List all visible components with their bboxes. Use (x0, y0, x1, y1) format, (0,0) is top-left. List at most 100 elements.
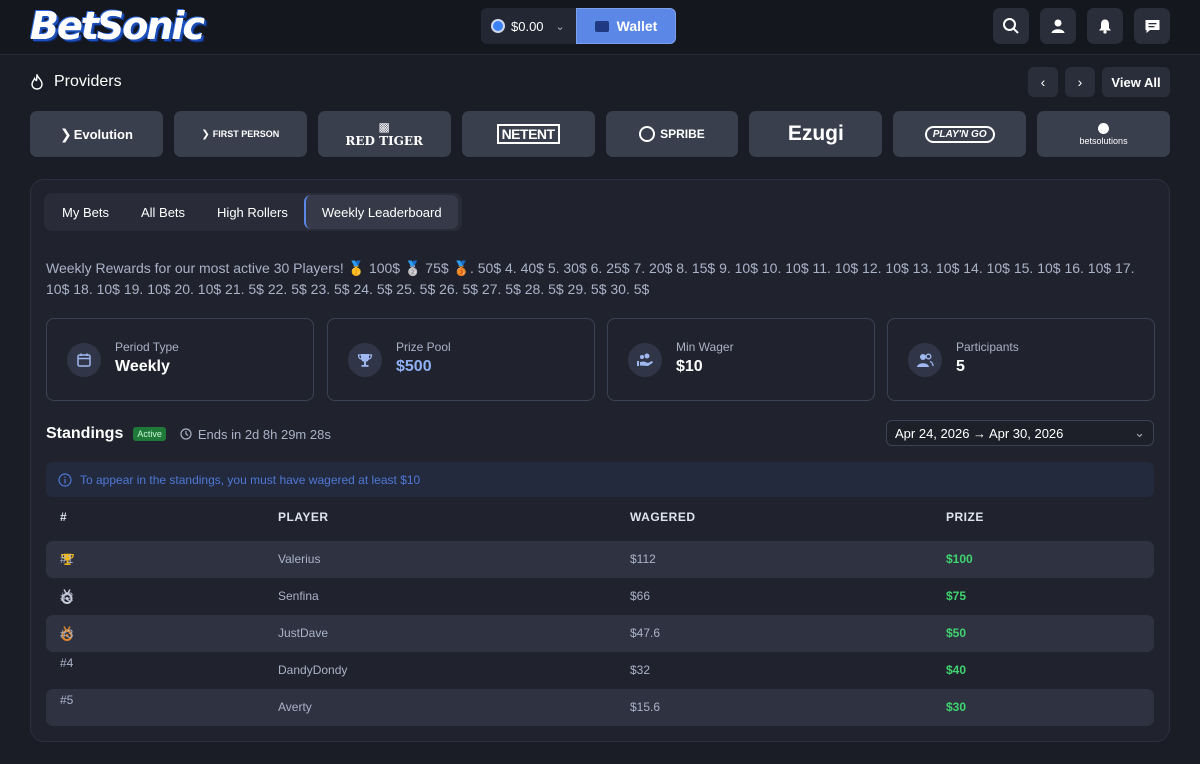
player-name[interactable]: JustDave (278, 626, 328, 640)
ezugi-logo: Ezugi (787, 122, 844, 145)
status-badge: Active (133, 427, 166, 441)
tab-high-rollers[interactable]: High Rollers (201, 195, 304, 229)
rank: #4 (60, 656, 74, 670)
calendar-icon (67, 343, 101, 377)
providers-prev-button[interactable]: ‹ (1028, 67, 1058, 97)
providers-header: Providers (30, 70, 122, 94)
wallet-button[interactable]: Wallet (576, 8, 676, 44)
provider-ezugi[interactable]: Ezugi (749, 111, 883, 157)
standings-title: Standings (46, 425, 124, 442)
view-all-button[interactable]: View All (1102, 67, 1170, 97)
wallet-icon (594, 20, 609, 32)
providers-list: ❯ Evolution ❯ FIRST PERSON ▩ RED TIGER NET… (30, 111, 1170, 157)
stat-value: Weekly (115, 358, 170, 375)
prize-value: $30 (946, 700, 967, 714)
spribe-logo: SPRIBE (639, 126, 705, 142)
rank: #2 (60, 589, 74, 604)
player-name[interactable]: DandyDondy (278, 663, 347, 677)
date-range-value: Apr 24, 2026 → Apr 30, 2026 (895, 425, 1064, 441)
balance-dropdown[interactable]: $0.00 ⌄ (481, 8, 576, 44)
column-header-player: PLAYER (278, 510, 329, 524)
standings-table-header: # PLAYER WAGERED PRIZE (46, 510, 1154, 530)
countdown: Ends in 2d 8h 29m 28s (180, 427, 331, 442)
stat-participants: Participants 5 (887, 318, 1155, 401)
table-row: #1 Valerius $112 $100 (46, 541, 1154, 578)
table-row: #5 Averty $15.6 $30 (46, 689, 1154, 726)
chat-icon (1145, 19, 1159, 33)
wagered-value: $112 (630, 552, 656, 566)
rank: #5 (60, 693, 74, 707)
date-range-select[interactable]: Apr 24, 2026 → Apr 30, 2026 ⌄ (886, 420, 1154, 446)
users-icon (908, 343, 942, 377)
countdown-text: Ends in 2d 8h 29m 28s (197, 426, 331, 442)
player-name[interactable]: Senfina (278, 589, 319, 603)
first-person-logo: ❯ FIRST PERSON (201, 128, 280, 140)
search-button[interactable] (993, 8, 1029, 44)
player-name[interactable]: Averty (278, 700, 312, 714)
info-notice: To appear in the standings, you must hav… (46, 462, 1154, 497)
notice-text: To appear in the standings, you must hav… (80, 472, 421, 487)
notifications-button[interactable] (1087, 8, 1123, 44)
red-tiger-logo: RED TIGER (345, 134, 423, 148)
prize-value: $75 (946, 589, 967, 603)
provider-betsolutions[interactable]: betsolutions (1037, 111, 1170, 157)
chevron-down-icon: ⌄ (555, 20, 565, 33)
prize-value: $100 (946, 552, 973, 566)
bets-panel: My Bets All Bets High Rollers Weekly Lea… (30, 179, 1170, 742)
user-icon (1051, 19, 1065, 33)
table-row: #3 JustDave $47.6 $50 (46, 615, 1154, 652)
table-row: #2 Senfina $66 $75 (46, 578, 1154, 615)
wallet-label: Wallet (616, 18, 658, 34)
ball-icon (1098, 122, 1110, 134)
provider-first-person[interactable]: ❯ FIRST PERSON (173, 111, 307, 157)
site-logo[interactable]: BetSonic (30, 2, 205, 50)
provider-red-tiger[interactable]: ▩ RED TIGER (317, 111, 451, 157)
wager-hand-icon (628, 343, 662, 377)
column-header-rank: # (60, 510, 68, 524)
column-header-wagered: WAGERED (630, 510, 696, 524)
search-icon (1003, 18, 1019, 34)
stat-label: Period Type (115, 340, 179, 354)
rank: #3 (60, 626, 74, 641)
top-bar: BetSonic $0.00 ⌄ Wallet (0, 0, 1200, 55)
bets-tabs: My Bets All Bets High Rollers Weekly Lea… (44, 193, 462, 231)
chevron-left-icon: ‹ (1040, 74, 1046, 90)
player-name[interactable]: Valerius (278, 552, 320, 566)
stat-label: Prize Pool (396, 340, 451, 354)
provider-playngo[interactable]: PLAY'N GO (893, 111, 1027, 157)
stat-value: $10 (676, 358, 703, 375)
wagered-value: $15.6 (630, 700, 661, 714)
betsolutions-logo: betsolutions (1079, 135, 1128, 146)
stat-period-type: Period Type Weekly (46, 318, 314, 401)
stat-min-wager: Min Wager $10 (607, 318, 875, 401)
balance-value: $0.00 (511, 18, 544, 34)
tiger-icon: ▩ (378, 120, 390, 134)
providers-next-button[interactable]: › (1065, 67, 1095, 97)
stat-value: $500 (396, 358, 432, 375)
clock-icon (180, 428, 192, 440)
stat-value: 5 (956, 358, 965, 375)
wagered-value: $32 (630, 663, 651, 677)
provider-evolution[interactable]: ❯ Evolution (30, 111, 163, 157)
provider-netent[interactable]: NETENT (461, 111, 595, 157)
provider-spribe[interactable]: SPRIBE (605, 111, 739, 157)
tab-weekly-leaderboard[interactable]: Weekly Leaderboard (303, 195, 458, 229)
tab-all-bets[interactable]: All Bets (125, 195, 201, 229)
providers-title: Providers (54, 73, 122, 90)
standings-header: Standings Active Ends in 2d 8h 29m 28s (46, 423, 331, 445)
rewards-description: Weekly Rewards for our most active 30 Pl… (46, 260, 1135, 297)
trophy-icon (348, 343, 382, 377)
table-row: #4 DandyDondy $32 $40 (46, 652, 1154, 689)
tab-my-bets[interactable]: My Bets (46, 195, 125, 229)
evolution-logo: ❯ Evolution (59, 125, 133, 142)
rank: #1 (60, 552, 74, 566)
bell-icon (1099, 19, 1111, 34)
fire-icon (31, 74, 43, 90)
coin-icon (491, 19, 505, 33)
prize-value: $50 (946, 626, 967, 640)
chat-button[interactable] (1134, 8, 1170, 44)
stat-prize-pool: Prize Pool $500 (327, 318, 595, 401)
prize-value: $40 (946, 663, 967, 677)
netent-logo: NETENT (496, 124, 560, 144)
profile-button[interactable] (1040, 8, 1076, 44)
